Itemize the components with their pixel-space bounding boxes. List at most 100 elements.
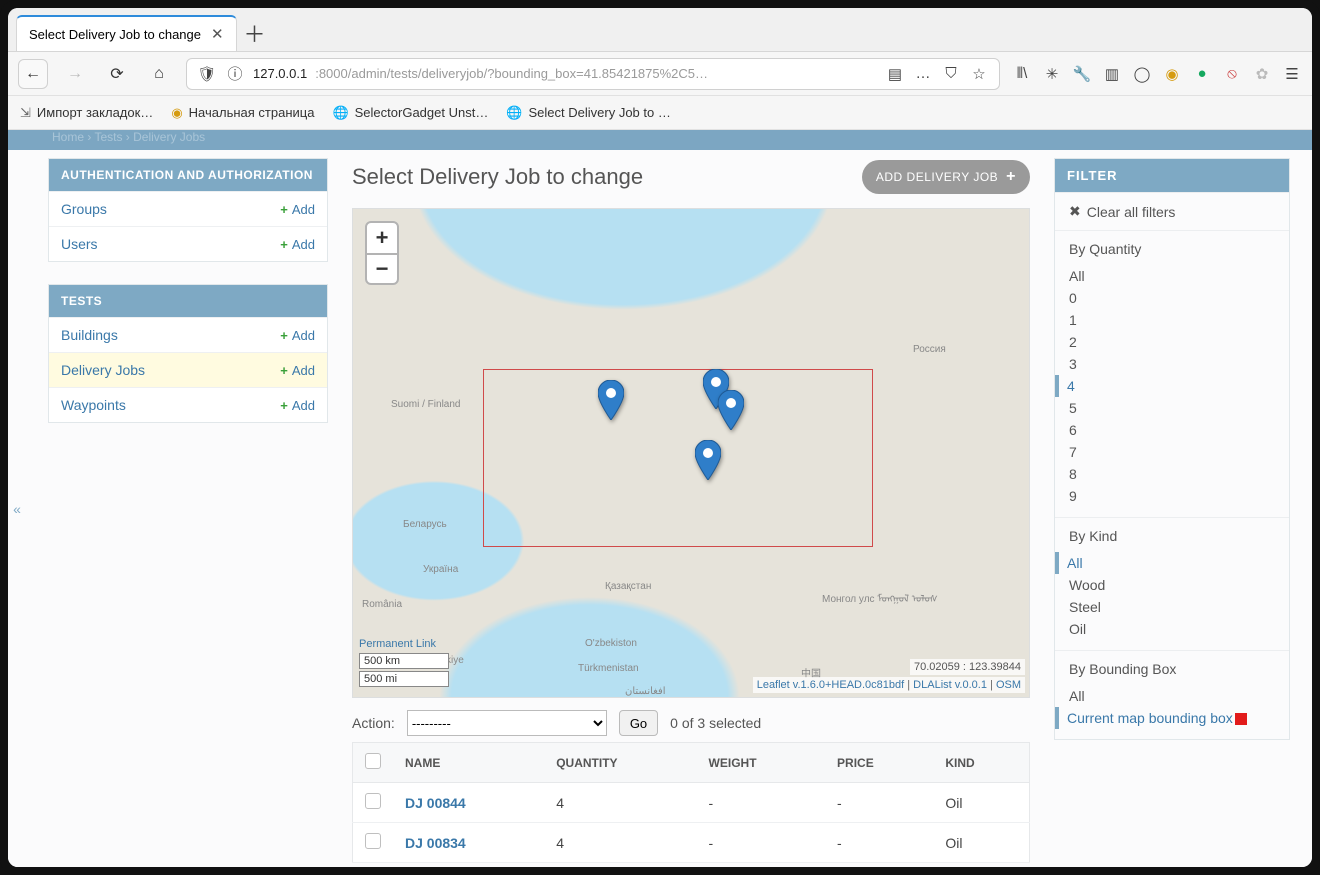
ext-orange-icon[interactable]: ◉ [1162, 64, 1182, 84]
col-kind[interactable]: KIND [933, 743, 1029, 783]
row-checkbox[interactable] [365, 793, 381, 809]
col-name[interactable]: NAME [393, 743, 544, 783]
sidebar-item-deliveryjobs[interactable]: Delivery Jobs+Add [49, 352, 327, 387]
filter-quantity-item[interactable]: 0 [1069, 287, 1275, 309]
map-label: Қазақстан [605, 581, 651, 592]
map-label: Беларусь [403, 519, 447, 530]
row-checkbox[interactable] [365, 833, 381, 849]
plus-icon: + [280, 237, 288, 252]
go-button[interactable]: Go [619, 710, 658, 736]
ext-noscript-icon[interactable]: ⦸ [1222, 64, 1242, 84]
devtool-icon[interactable]: 🔧 [1072, 64, 1092, 84]
ext1-icon[interactable]: ✳ [1042, 64, 1062, 84]
filter-quantity-item[interactable]: 9 [1069, 485, 1275, 507]
filter-kind-item[interactable]: Wood [1069, 574, 1275, 596]
leaflet-link[interactable]: Leaflet v.1.6.0+HEAD.0c81bdf [757, 679, 904, 691]
back-button[interactable]: ← [18, 59, 48, 89]
filter-kind-item[interactable]: Oil [1069, 618, 1275, 640]
tab-title: Select Delivery Job to change [29, 27, 201, 42]
col-weight[interactable]: WEIGHT [697, 743, 826, 783]
account-icon[interactable]: ◯ [1132, 64, 1152, 84]
dla-link[interactable]: DLAList v.0.0.1 [913, 679, 987, 691]
menu-icon[interactable]: ☰ [1282, 64, 1302, 84]
filter-quantity-item[interactable]: 2 [1069, 331, 1275, 353]
reload-button[interactable]: ⟳ [102, 59, 132, 89]
map-marker[interactable] [695, 440, 721, 480]
filter-bbox-title: By Bounding Box [1069, 661, 1275, 677]
library-icon[interactable]: ⫴\ [1012, 64, 1032, 84]
action-label: Action: [352, 715, 395, 731]
tab-close-icon[interactable]: ✕ [211, 25, 224, 43]
filter-quantity-item[interactable]: 1 [1069, 309, 1275, 331]
browser-tab[interactable]: Select Delivery Job to change ✕ [16, 15, 237, 51]
zoom-in-button[interactable]: + [367, 223, 397, 253]
sidebar-section-tests: TESTS [49, 285, 327, 317]
bookmark-star-icon[interactable]: ☆ [969, 64, 989, 84]
map-marker[interactable] [598, 380, 624, 420]
breadcrumb: Home › Tests › Delivery Jobs [8, 130, 1312, 150]
action-select[interactable]: --------- [407, 710, 607, 736]
filter-kind-item[interactable]: All [1055, 552, 1275, 574]
map-label: Україна [423, 564, 458, 575]
permalink[interactable]: Permanent Link [359, 638, 449, 650]
pocket-icon[interactable]: ⛉ [941, 64, 961, 84]
select-all-checkbox[interactable] [365, 753, 381, 769]
map[interactable]: Suomi / FinlandРоссияБеларусьУкраїнаRomâ… [352, 208, 1030, 698]
osm-link[interactable]: OSM [996, 679, 1021, 691]
add-deliveryjobs[interactable]: +Add [280, 363, 315, 378]
add-buildings[interactable]: +Add [280, 328, 315, 343]
bookmark-selectdelivery[interactable]: 🌐Select Delivery Job to … [506, 105, 671, 121]
filter-bbox-all[interactable]: All [1069, 685, 1275, 707]
clear-all-filters[interactable]: ✖Clear all filters [1069, 203, 1275, 220]
map-attribution: Leaflet v.1.6.0+HEAD.0c81bdf | DLAList v… [753, 677, 1025, 693]
col-price[interactable]: PRICE [825, 743, 933, 783]
add-delivery-job-button[interactable]: ADD DELIVERY JOB+ [862, 160, 1030, 194]
ext-green-icon[interactable]: ● [1192, 64, 1212, 84]
sidebar-ext-icon[interactable]: ▥ [1102, 64, 1122, 84]
shield-icon: 🛡 [197, 64, 217, 84]
filter-quantity-item[interactable]: 4 [1055, 375, 1275, 397]
add-users[interactable]: +Add [280, 237, 315, 252]
plus-icon: + [280, 363, 288, 378]
new-tab-button[interactable]: ＋ [237, 15, 273, 51]
more-icon[interactable]: … [913, 64, 933, 84]
col-quantity[interactable]: QUANTITY [544, 743, 696, 783]
bbox-swatch-icon [1235, 713, 1247, 725]
map-label: O'zbekiston [585, 638, 637, 649]
results-table: NAME QUANTITY WEIGHT PRICE KIND DJ 00844… [352, 742, 1030, 863]
table-row: DJ 008344--Oil [353, 823, 1030, 863]
add-groups[interactable]: +Add [280, 202, 315, 217]
filter-quantity-item[interactable]: 3 [1069, 353, 1275, 375]
url-bar[interactable]: 🛡 ⓘ 127.0.0.1:8000/admin/tests/deliveryj… [186, 58, 1000, 90]
scale-km: 500 km [359, 653, 449, 669]
filter-quantity-item[interactable]: 8 [1069, 463, 1275, 485]
filter-quantity-item[interactable]: 7 [1069, 441, 1275, 463]
bookmark-selectorgadget[interactable]: 🌐SelectorGadget Unst… [332, 105, 488, 121]
filter-quantity-item[interactable]: 5 [1069, 397, 1275, 419]
firefox-icon: ◉ [171, 105, 182, 121]
filter-bbox-current[interactable]: Current map bounding box [1055, 707, 1275, 729]
browser-toolbar: ← → ⟳ ⌂ 🛡 ⓘ 127.0.0.1:8000/admin/tests/d… [8, 52, 1312, 96]
sidebar-item-users[interactable]: Users+Add [49, 226, 327, 261]
row-name-link[interactable]: DJ 00834 [393, 823, 544, 863]
filter-kind-title: By Kind [1069, 528, 1275, 544]
filter-kind-item[interactable]: Steel [1069, 596, 1275, 618]
bookmark-import[interactable]: ⇲Импорт закладок… [20, 105, 153, 121]
filter-quantity-item[interactable]: All [1069, 265, 1275, 287]
map-label: افغانستان [625, 686, 666, 697]
sidebar-item-buildings[interactable]: Buildings+Add [49, 317, 327, 352]
row-name-link[interactable]: DJ 00844 [393, 783, 544, 823]
filter-quantity-item[interactable]: 6 [1069, 419, 1275, 441]
map-marker[interactable] [718, 390, 744, 430]
collapse-rail[interactable]: « [8, 150, 26, 867]
add-waypoints[interactable]: +Add [280, 398, 315, 413]
map-label: Türkmenistan [578, 663, 639, 674]
sidebar-item-groups[interactable]: Groups+Add [49, 191, 327, 226]
reader-icon[interactable]: ▤ [885, 64, 905, 84]
sidebar-item-waypoints[interactable]: Waypoints+Add [49, 387, 327, 422]
forward-button[interactable]: → [60, 59, 90, 89]
zoom-out-button[interactable]: − [367, 253, 397, 283]
bookmark-startpage[interactable]: ◉Начальная страница [171, 105, 314, 121]
ext-gear-icon[interactable]: ✿ [1252, 64, 1272, 84]
home-button[interactable]: ⌂ [144, 59, 174, 89]
